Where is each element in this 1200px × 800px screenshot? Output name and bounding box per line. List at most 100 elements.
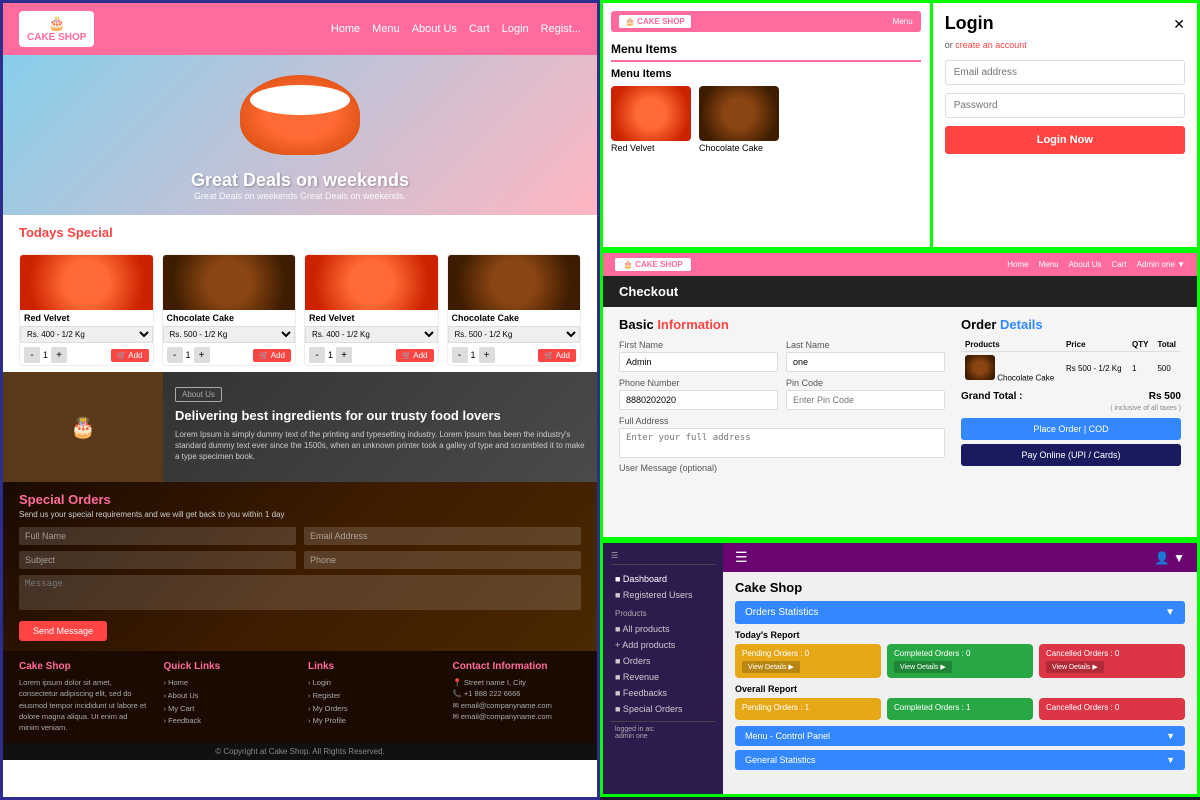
menu-cake-label-choc: Chocolate Cake	[699, 143, 779, 153]
footer-link-profile[interactable]: › My Profile	[308, 715, 437, 728]
qty-plus-1[interactable]: +	[51, 347, 67, 363]
order-product-cell: Chocolate Cake	[961, 352, 1062, 386]
footer-link-home[interactable]: › Home	[164, 677, 293, 690]
completed-orders-card: Completed Orders : 0 View Details ▶	[887, 644, 1033, 678]
completed-view-details-btn[interactable]: View Details ▶	[894, 661, 952, 673]
cake-select-1[interactable]: Rs. 400 - 1/2 Kg	[20, 326, 153, 343]
phone-input[interactable]	[304, 551, 581, 569]
cake-select-2[interactable]: Rs. 500 - 1/2 Kg	[163, 326, 296, 343]
checkout-nav-home[interactable]: Home	[1007, 260, 1028, 269]
hero-title: Great Deals on weekends	[191, 170, 409, 191]
sidebar-item-all-products[interactable]: ■ All products	[611, 621, 715, 637]
first-name-input[interactable]	[619, 352, 778, 372]
create-account-link[interactable]: create an account	[955, 40, 1027, 50]
admin-logged-in: logged in as:admin one	[611, 721, 715, 742]
qty-plus-3[interactable]: +	[336, 347, 352, 363]
sidebar-item-users[interactable]: ■ Registered Users	[611, 587, 715, 603]
footer-link-login[interactable]: › Login	[308, 677, 437, 690]
sidebar-item-special[interactable]: ■ Special Orders	[611, 701, 715, 717]
close-icon[interactable]: ✕	[1173, 16, 1185, 33]
admin-sidebar: ☰ ■ Dashboard ■ Registered Users Product…	[603, 543, 723, 794]
pay-online-button[interactable]: Pay Online (UPI / Cards)	[961, 444, 1181, 466]
cake-img-3	[305, 255, 438, 310]
qty-minus-4[interactable]: -	[452, 347, 468, 363]
add-btn-1[interactable]: 🛒 Add	[111, 349, 149, 362]
nav-cart[interactable]: Cart	[469, 23, 490, 35]
cake-grid: Red Velvet Rs. 400 - 1/2 Kg - 1 + 🛒 Add …	[3, 254, 597, 366]
email-field[interactable]	[945, 60, 1185, 85]
qty-minus-3[interactable]: -	[309, 347, 325, 363]
overall-pending-label: Pending Orders : 1	[742, 703, 874, 712]
footer-col-contact: Contact Information 📍 Street name I, Cit…	[453, 661, 582, 733]
checkout-nav-about[interactable]: About Us	[1069, 260, 1102, 269]
add-btn-2[interactable]: 🛒 Add	[253, 349, 291, 362]
footer-address: 📍 Street name I, City	[453, 677, 582, 688]
footer-link-orders[interactable]: › My Orders	[308, 703, 437, 716]
email-input[interactable]	[304, 527, 581, 545]
pin-code-input[interactable]	[786, 390, 945, 410]
cake-name-2: Chocolate Cake	[163, 310, 296, 324]
sidebar-item-revenue[interactable]: ■ Revenue	[611, 669, 715, 685]
pending-orders-card: Pending Orders : 0 View Details ▶	[735, 644, 881, 678]
footer-link-about[interactable]: › About Us	[164, 690, 293, 703]
site-logo: 🎂 CAKE SHOP	[19, 11, 94, 47]
admin-hamburger-icon[interactable]: ☰	[735, 549, 748, 566]
sidebar-item-dashboard[interactable]: ■ Dashboard	[611, 571, 715, 587]
send-message-button[interactable]: Send Message	[19, 621, 107, 641]
nav-home[interactable]: Home	[331, 23, 360, 35]
last-name-label: Last Name	[786, 340, 945, 350]
qty-plus-4[interactable]: +	[479, 347, 495, 363]
orders-statistics-accordion[interactable]: Orders Statistics ▼	[735, 601, 1185, 624]
admin-user-icon[interactable]: 👤 ▼	[1155, 551, 1185, 565]
special-form-row-1	[19, 527, 581, 545]
footer-col-quick: Quick Links › Home › About Us › My Cart …	[164, 661, 293, 733]
qty-plus-2[interactable]: +	[194, 347, 210, 363]
order-qty-cell: 1	[1128, 352, 1153, 386]
nav-menu[interactable]: Menu	[372, 23, 400, 35]
last-name-input[interactable]	[786, 352, 945, 372]
footer-link-cart[interactable]: › My Cart	[164, 703, 293, 716]
footer-link-register[interactable]: › Register	[308, 690, 437, 703]
message-textarea[interactable]	[19, 575, 581, 610]
footer-col-links: Links › Login › Register › My Orders › M…	[308, 661, 437, 733]
sidebar-item-feedbacks[interactable]: ■ Feedbacks	[611, 685, 715, 701]
checkout-nav-admin[interactable]: Admin one ▼	[1137, 260, 1185, 269]
cake-name-4: Chocolate Cake	[448, 310, 581, 324]
password-field[interactable]	[945, 93, 1185, 118]
footer-email-2: ✉ email@companyname.com	[453, 711, 582, 722]
full-name-input[interactable]	[19, 527, 296, 545]
sidebar-item-orders[interactable]: ■ Orders	[611, 653, 715, 669]
sidebar-item-add-products[interactable]: + Add products	[611, 637, 715, 653]
col-total: Total	[1153, 338, 1181, 352]
nav-register[interactable]: Regist...	[541, 23, 581, 35]
menu-nav-menu[interactable]: Menu	[893, 17, 913, 26]
footer-col-brand: Cake Shop Lorem ipsum dolor sit amet, co…	[19, 661, 148, 733]
menu-control-panel-btn[interactable]: Menu - Control Panel ▼	[735, 726, 1185, 746]
qty-minus-2[interactable]: -	[167, 347, 183, 363]
cake-select-4[interactable]: Rs. 500 - 1/2 Kg	[448, 326, 581, 343]
add-btn-4[interactable]: 🛒 Add	[538, 349, 576, 362]
add-btn-3[interactable]: 🛒 Add	[396, 349, 434, 362]
cake-select-3[interactable]: Rs. 400 - 1/2 Kg	[305, 326, 438, 343]
nav-login[interactable]: Login	[502, 23, 529, 35]
col-qty: QTY	[1128, 338, 1153, 352]
qty-minus-1[interactable]: -	[24, 347, 40, 363]
general-statistics-btn[interactable]: General Statistics ▼	[735, 750, 1185, 770]
footer-contact-heading: Contact Information	[453, 661, 582, 672]
checkout-nav-menu[interactable]: Menu	[1039, 260, 1059, 269]
pending-view-details-btn[interactable]: View Details ▶	[742, 661, 800, 673]
cake-card-3: Red Velvet Rs. 400 - 1/2 Kg - 1 + 🛒 Add	[304, 254, 439, 366]
address-textarea[interactable]	[619, 428, 945, 458]
phone-number-input[interactable]	[619, 390, 778, 410]
sidebar-section-label: Products	[611, 606, 715, 621]
checkout-nav-cart[interactable]: Cart	[1111, 260, 1126, 269]
address-field: Full Address	[619, 416, 945, 463]
about-badge: About Us	[175, 387, 222, 402]
footer-link-feedback[interactable]: › Feedback	[164, 715, 293, 728]
login-now-button[interactable]: Login Now	[945, 126, 1185, 154]
nav-about[interactable]: About Us	[412, 23, 457, 35]
place-order-button[interactable]: Place Order | COD	[961, 418, 1181, 440]
menu-nav: 🎂 CAKE SHOP Menu	[611, 11, 921, 32]
subject-input[interactable]	[19, 551, 296, 569]
cancelled-view-details-btn[interactable]: View Details ▶	[1046, 661, 1104, 673]
